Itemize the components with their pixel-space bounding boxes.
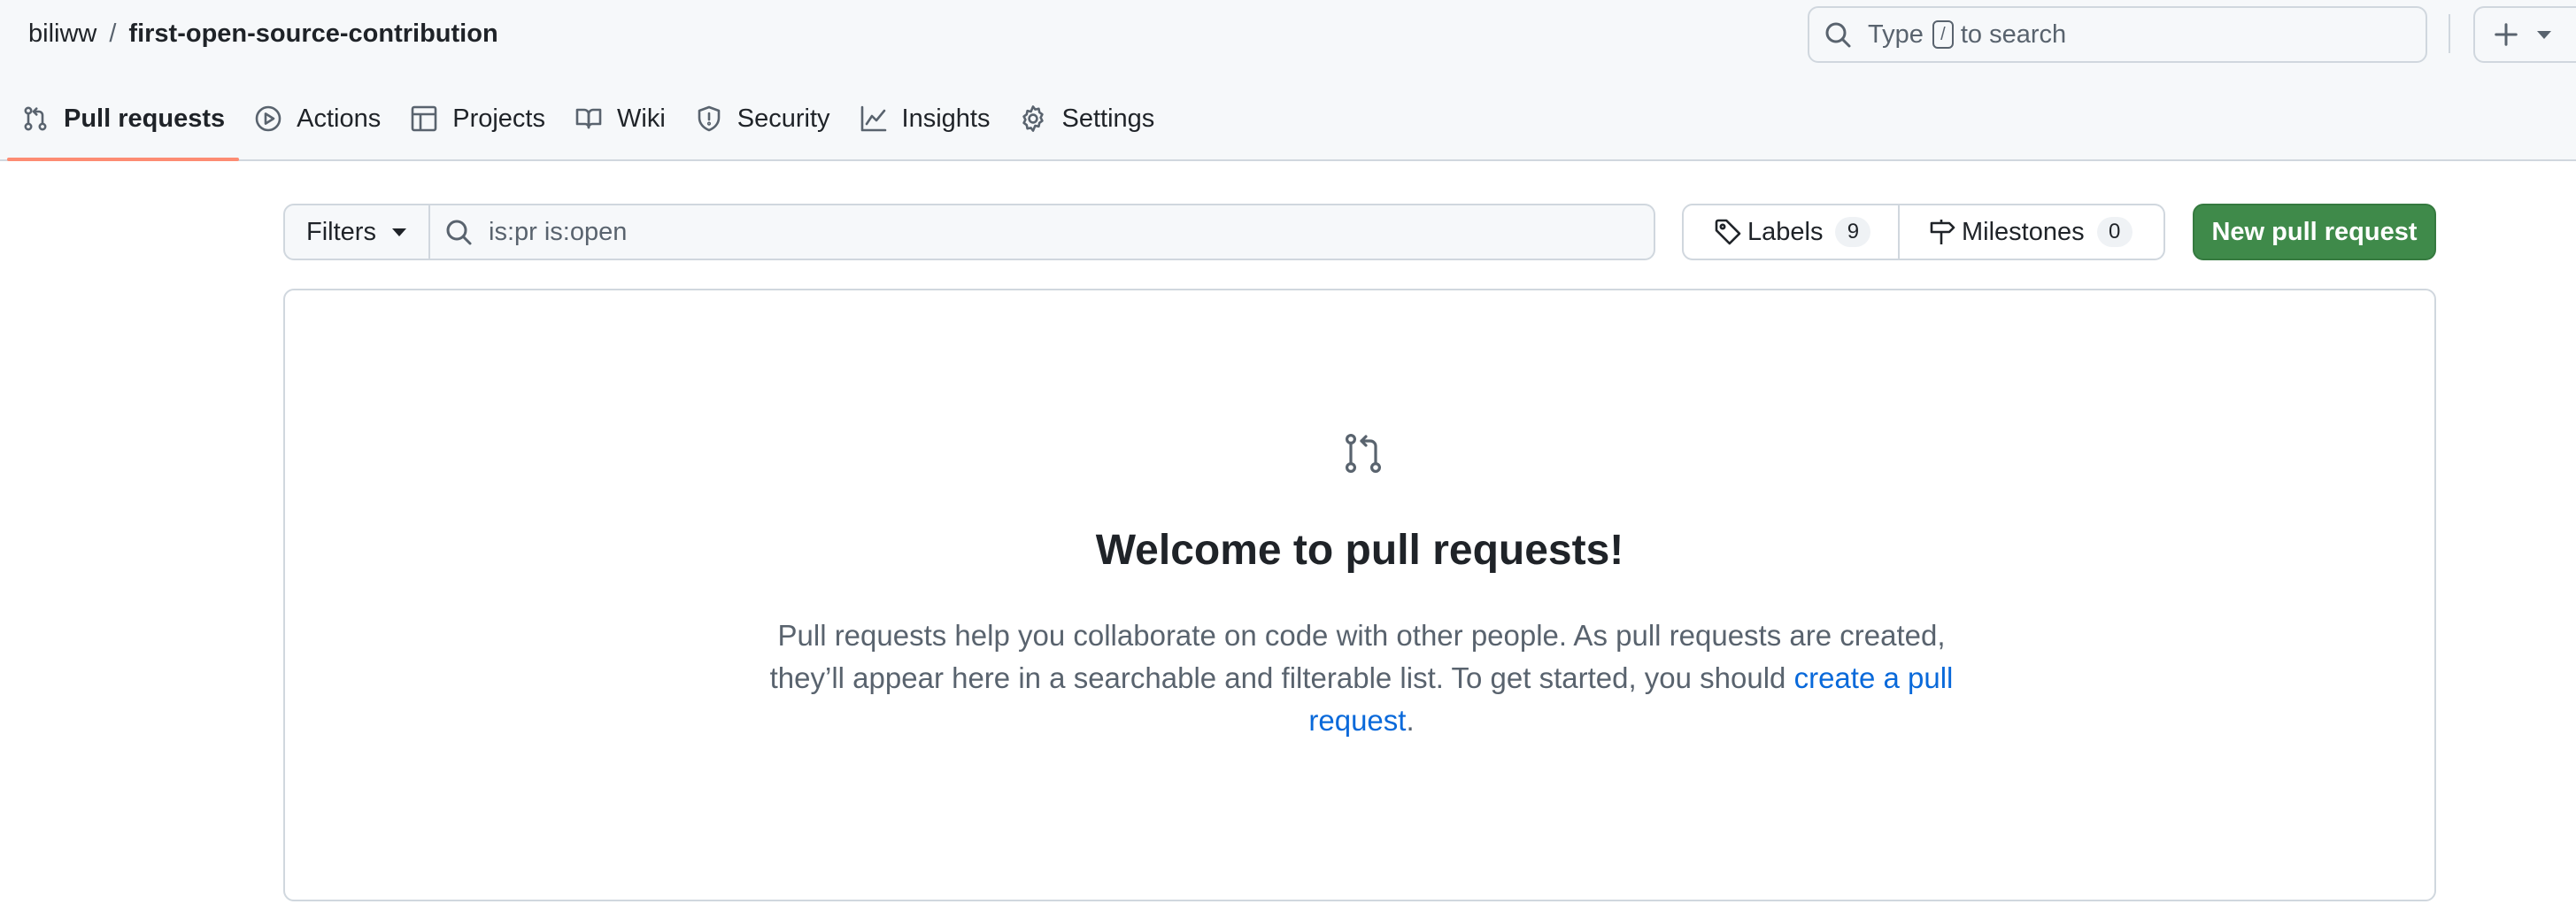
milestones-label: Milestones <box>1962 217 2085 246</box>
repo-name-link[interactable]: first-open-source-contribution <box>128 19 497 49</box>
repo-header: biliww / first-open-source-contribution … <box>0 0 2576 161</box>
search-icon <box>1825 22 1851 48</box>
search-icon <box>446 220 472 245</box>
pr-search-query: is:pr is:open <box>489 217 628 246</box>
pr-search-input[interactable]: is:pr is:open <box>430 204 1655 260</box>
graph-icon <box>860 105 886 132</box>
milestone-icon <box>1930 220 1955 244</box>
tab-wiki[interactable]: Wiki <box>560 89 680 149</box>
breadcrumb: biliww / first-open-source-contribution <box>28 18 498 50</box>
filters-label: Filters <box>306 217 376 246</box>
global-search-input[interactable]: Type / to search <box>1808 6 2427 63</box>
empty-state-description: Pull requests help you collaborate on co… <box>760 614 1963 742</box>
chevron-down-icon <box>391 228 406 236</box>
empty-state-title: Welcome to pull requests! <box>1095 527 1624 574</box>
search-suffix-text: to search <box>1960 19 2067 49</box>
gear-icon <box>1022 105 1045 132</box>
tab-settings[interactable]: Settings <box>1005 89 1168 149</box>
labels-button[interactable]: Labels 9 <box>1682 204 1900 260</box>
empty-state-period: . <box>1406 704 1415 737</box>
tab-label: Security <box>737 104 830 133</box>
search-shortcut-key: / <box>1932 20 1954 49</box>
tab-label: Actions <box>297 104 382 133</box>
tag-icon <box>1715 219 1741 245</box>
empty-state-box: Welcome to pull requests! Pull requests … <box>283 289 2436 901</box>
empty-state-text: Pull requests help you collaborate on co… <box>769 619 1946 694</box>
git-pull-request-icon <box>24 106 47 131</box>
chevron-down-icon <box>2537 30 2551 39</box>
labels-label: Labels <box>1747 217 1824 246</box>
pr-filter-bar: Filters is:pr is:open <box>283 204 1655 260</box>
create-new-button[interactable] <box>2473 6 2576 63</box>
repo-nav-tabs: Pull requests Actions Projects Wiki Secu… <box>7 89 1169 161</box>
table-icon <box>411 105 437 132</box>
tab-projects[interactable]: Projects <box>396 89 559 149</box>
labels-count-badge: 9 <box>1835 217 1871 247</box>
git-pull-request-icon <box>1345 433 1381 473</box>
tab-label: Projects <box>452 104 545 133</box>
milestones-count-badge: 0 <box>2096 217 2133 247</box>
tab-pull-requests[interactable]: Pull requests <box>7 89 240 161</box>
repo-owner-link[interactable]: biliww <box>28 19 96 49</box>
header-divider <box>2449 14 2450 53</box>
labels-milestones-group: Labels 9 Milestones 0 <box>1682 204 2165 260</box>
book-icon <box>575 108 602 129</box>
tab-security[interactable]: Security <box>681 89 845 149</box>
plus-icon <box>2495 23 2518 46</box>
tab-label: Wiki <box>617 104 666 133</box>
breadcrumb-separator: / <box>109 19 117 48</box>
filters-dropdown-button[interactable]: Filters <box>283 204 430 260</box>
shield-icon <box>698 105 721 132</box>
new-pull-request-button[interactable]: New pull request <box>2193 204 2436 260</box>
tab-actions[interactable]: Actions <box>240 89 395 149</box>
play-icon <box>255 105 282 132</box>
search-prefix-text: Type <box>1868 19 1924 49</box>
tab-label: Pull requests <box>64 104 226 133</box>
tab-insights[interactable]: Insights <box>845 89 1005 149</box>
milestones-button[interactable]: Milestones 0 <box>1900 204 2165 260</box>
tab-label: Insights <box>901 104 991 133</box>
tab-label: Settings <box>1061 104 1155 133</box>
